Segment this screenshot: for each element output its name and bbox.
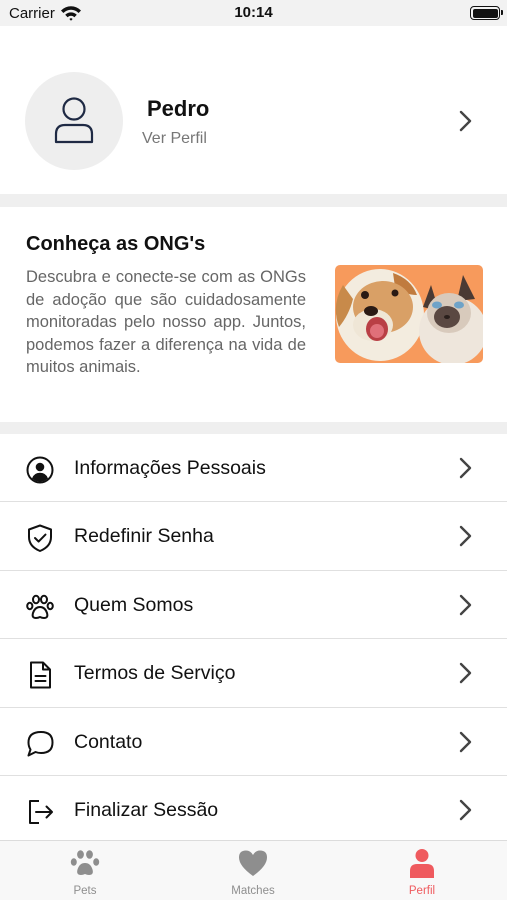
clock: 10:14 [234,4,273,21]
user-icon [54,97,94,144]
menu-item-contact[interactable]: Contato [0,707,507,776]
ong-card[interactable]: Conheça as ONG's Descubra e conecte-se c… [0,207,507,422]
shield-check-icon [28,524,52,553]
tab-label: Pets [73,885,97,897]
paw-icon [70,850,100,875]
avatar[interactable] [25,72,123,170]
menu-item-label: Quem Somos [74,593,194,616]
battery-icon [470,6,503,20]
profile-header[interactable]: Pedro Ver Perfil [0,26,507,194]
tab-bar: Pets Matches Perfil [0,840,507,900]
tab-label: Matches [231,885,275,897]
chevron-right-icon [459,731,472,752]
tab-label: Perfil [408,885,436,897]
menu-item-label: Redefinir Senha [74,525,214,548]
tab-pets[interactable]: Pets [25,841,145,900]
document-icon [30,661,51,689]
chevron-right-icon [459,799,472,821]
tab-matches[interactable]: Matches [193,841,313,900]
section-divider [0,194,507,207]
chevron-right-icon [459,457,472,479]
status-bar: Carrier 10:14 [0,0,507,26]
menu-item-label: Informações Pessoais [74,457,266,479]
chevron-right-icon [459,110,472,132]
chat-icon [27,730,54,757]
dog-and-cat-photo [335,265,483,363]
chevron-right-icon [459,662,472,684]
menu-item-about-us[interactable]: Quem Somos [0,570,507,640]
tab-profile[interactable]: Perfil [362,841,482,900]
ong-card-description: Descubra e conecte-se com as ONGs de ado… [26,268,306,376]
menu-item-terms-of-service[interactable]: Termos de Serviço [0,639,507,708]
chevron-right-icon [459,594,472,615]
menu-item-personal-info[interactable]: Informações Pessoais [0,434,507,503]
section-divider [0,422,507,434]
profile-name: Pedro [147,96,210,121]
menu-item-label: Contato [74,730,143,753]
menu-item-reset-password[interactable]: Redefinir Senha [0,502,507,571]
user-circle-icon [26,456,54,484]
paw-icon [26,594,54,619]
chevron-right-icon [459,526,472,547]
menu-item-label: Termos de Serviço [74,662,236,685]
menu-item-logout[interactable]: Finalizar Sessão [0,775,507,845]
logout-icon [29,799,53,824]
menu-item-label: Finalizar Sessão [74,798,219,821]
ong-card-title: Conheça as ONG's [26,233,206,255]
settings-menu: Informações Pessoais Redefinir Senha Que… [0,434,507,845]
heart-icon [239,850,267,876]
person-icon [410,849,434,878]
view-profile-link[interactable]: Ver Perfil [142,130,207,148]
